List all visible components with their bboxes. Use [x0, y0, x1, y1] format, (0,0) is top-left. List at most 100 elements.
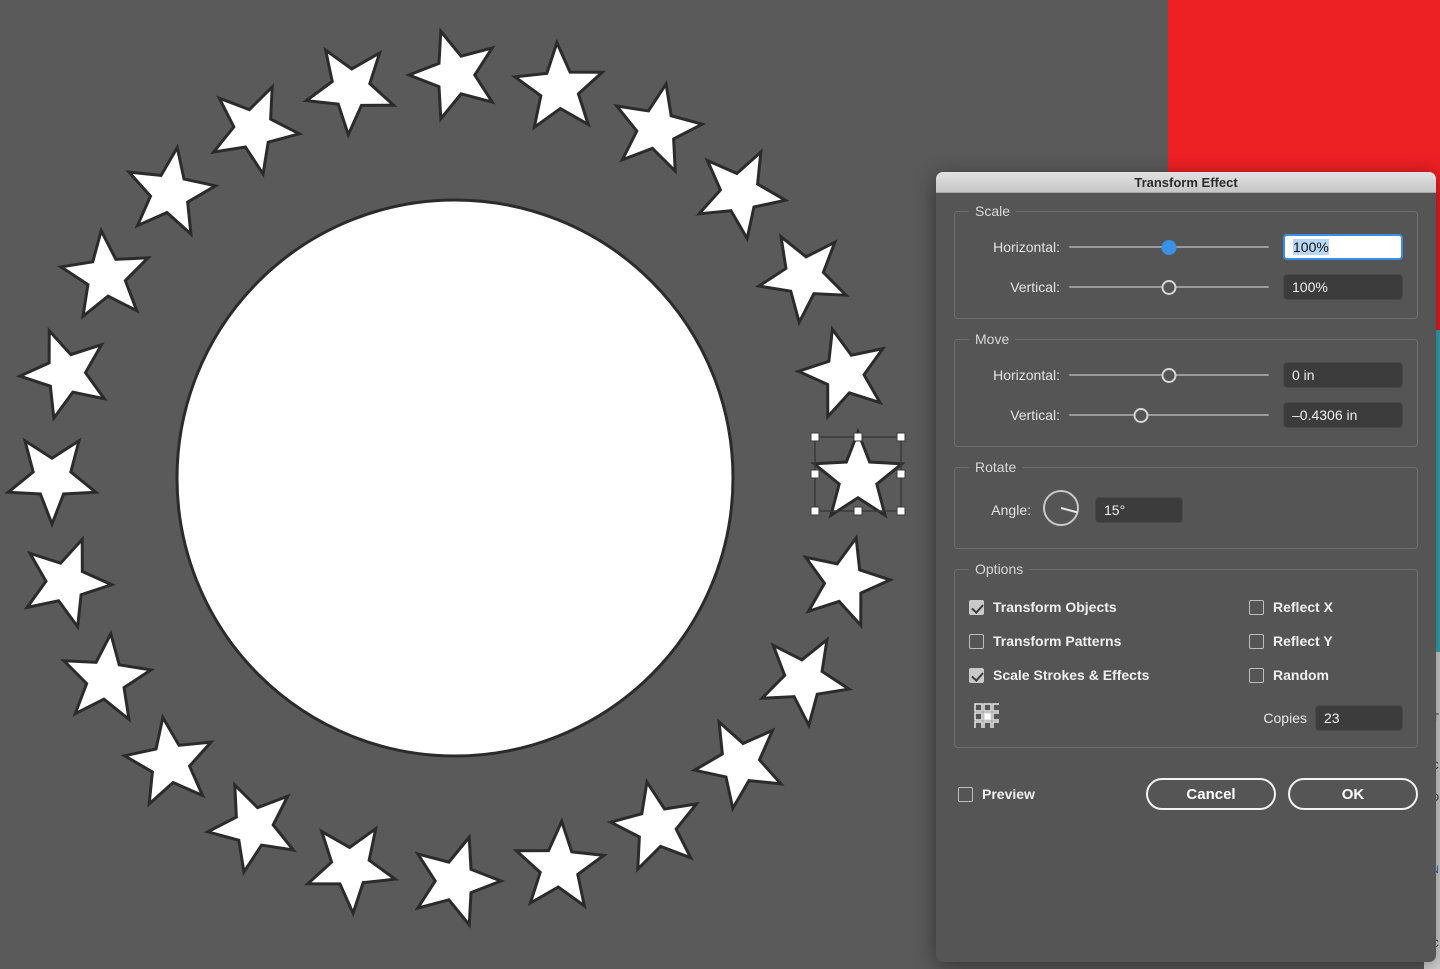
option-label: Reflect Y	[1273, 633, 1333, 649]
star-shape[interactable]	[302, 46, 398, 139]
options-right-column: Reflect X Reflect Y Random	[1249, 590, 1333, 692]
ok-button[interactable]: OK	[1288, 778, 1418, 810]
reference-point-grid-icon[interactable]	[973, 702, 1001, 733]
checkbox-icon[interactable]	[1249, 633, 1264, 649]
star-shape[interactable]	[794, 325, 887, 421]
slider-thumb[interactable]	[1161, 239, 1177, 255]
checkbox-icon[interactable]	[969, 667, 984, 683]
checkbox-icon[interactable]	[1249, 667, 1264, 683]
option-random[interactable]: Random	[1249, 658, 1333, 692]
angle-input[interactable]: 15°	[1095, 497, 1183, 523]
scale-horizontal-row: Horizontal: 100%	[969, 232, 1403, 262]
option-label: Transform Objects	[993, 599, 1117, 615]
slider-thumb[interactable]	[1161, 279, 1177, 295]
anchor-cell[interactable]	[974, 703, 983, 712]
checkbox-icon[interactable]	[969, 599, 984, 615]
scale-horizontal-slider[interactable]	[1069, 238, 1269, 256]
star-shape[interactable]	[15, 326, 108, 423]
anchor-cell-selected[interactable]	[983, 712, 992, 721]
move-vertical-input[interactable]: –0.4306 in	[1283, 402, 1403, 428]
scale-vertical-label: Vertical:	[1010, 279, 1060, 295]
star-shape[interactable]	[203, 781, 297, 877]
star-shape[interactable]	[606, 777, 700, 873]
star-shape[interactable]	[512, 817, 608, 910]
selection-handle[interactable]	[853, 506, 863, 516]
rotate-group: Rotate Angle: 15°	[954, 459, 1418, 549]
option-reflect-x[interactable]: Reflect X	[1249, 590, 1333, 624]
move-vertical-label: Vertical:	[1010, 407, 1060, 423]
dialog-footer: Preview Cancel OK	[936, 768, 1436, 810]
transform-effect-dialog[interactable]: Transform Effect Scale Horizontal: 100% …	[936, 172, 1436, 962]
checkbox-icon[interactable]	[1249, 599, 1264, 615]
preview-checkbox-row[interactable]: Preview	[958, 786, 1035, 802]
selection-handle[interactable]	[896, 506, 906, 516]
anchor-cell[interactable]	[983, 703, 992, 712]
option-label: Scale Strokes & Effects	[993, 667, 1150, 683]
move-horizontal-slider[interactable]	[1069, 366, 1269, 384]
star-shape[interactable]	[690, 718, 785, 813]
dialog-titlebar[interactable]: Transform Effect	[936, 172, 1436, 193]
star-shape[interactable]	[404, 27, 496, 123]
slider-track	[1069, 414, 1269, 416]
dialog-body: Scale Horizontal: 100% Vertical: 100% Mo…	[936, 193, 1436, 748]
angle-label: Angle:	[991, 502, 1031, 518]
options-group: Options Transform Objects Transform Patt…	[954, 561, 1418, 748]
move-group: Move Horizontal: 0 in Vertical: –0.4306 …	[954, 331, 1418, 447]
star-shape[interactable]	[754, 233, 850, 327]
option-transform-patterns[interactable]: Transform Patterns	[969, 624, 1249, 658]
option-label: Reflect X	[1273, 599, 1333, 615]
angle-dial-icon[interactable]	[1041, 488, 1081, 533]
star-shape[interactable]	[802, 533, 895, 630]
star-shape[interactable]	[695, 148, 790, 243]
star-shape[interactable]	[510, 38, 607, 131]
star-shape[interactable]	[303, 825, 400, 918]
star-shape[interactable]	[210, 83, 304, 179]
move-vertical-slider[interactable]	[1069, 406, 1269, 424]
option-scale-strokes-effects[interactable]: Scale Strokes & Effects	[969, 658, 1249, 692]
slider-thumb[interactable]	[1161, 367, 1177, 383]
checkbox-icon[interactable]	[969, 633, 984, 649]
checkbox-icon[interactable]	[958, 786, 973, 802]
scale-vertical-input[interactable]: 100%	[1283, 274, 1403, 300]
selection-handle[interactable]	[810, 506, 820, 516]
copies-input[interactable]: 23	[1315, 704, 1403, 731]
cancel-button[interactable]: Cancel	[1146, 778, 1276, 810]
copies-label: Copies	[1263, 709, 1307, 726]
scale-horizontal-input[interactable]: 100%	[1283, 234, 1403, 260]
star-shape[interactable]	[4, 437, 100, 529]
star-shape[interactable]	[60, 629, 156, 723]
star-shape[interactable]	[23, 535, 116, 631]
star-shape[interactable]	[125, 143, 220, 238]
selection-handle[interactable]	[853, 432, 863, 442]
options-left-column: Transform Objects Transform Patterns Sca…	[969, 590, 1249, 692]
preview-label: Preview	[982, 786, 1035, 802]
anchor-cell[interactable]	[992, 721, 1001, 730]
dialog-title: Transform Effect	[1134, 174, 1238, 190]
star-shape[interactable]	[56, 226, 152, 320]
selection-handle[interactable]	[896, 432, 906, 442]
anchor-cell[interactable]	[992, 703, 1001, 712]
move-horizontal-input[interactable]: 0 in	[1283, 362, 1403, 388]
scale-group: Scale Horizontal: 100% Vertical: 100%	[954, 203, 1418, 319]
star-shape[interactable]	[613, 79, 707, 175]
center-circle-shape[interactable]	[175, 198, 735, 758]
selection-handle[interactable]	[810, 432, 820, 442]
star-shape[interactable]	[758, 636, 854, 730]
move-horizontal-label: Horizontal:	[993, 367, 1060, 383]
anchor-cell[interactable]	[992, 712, 1001, 721]
anchor-cell[interactable]	[974, 712, 983, 721]
options-group-title: Options	[969, 561, 1030, 577]
anchor-cell[interactable]	[974, 721, 983, 730]
rotate-angle-row: Angle: 15°	[969, 488, 1403, 532]
star-shape[interactable]	[120, 713, 215, 808]
slider-thumb[interactable]	[1133, 407, 1149, 423]
star-shape[interactable]	[414, 833, 506, 929]
option-transform-objects[interactable]: Transform Objects	[969, 590, 1249, 624]
move-vertical-row: Vertical: –0.4306 in	[969, 400, 1403, 430]
option-reflect-y[interactable]: Reflect Y	[1249, 624, 1333, 658]
star-shape[interactable]	[810, 427, 906, 519]
anchor-cell[interactable]	[983, 721, 992, 730]
scale-vertical-slider[interactable]	[1069, 278, 1269, 296]
selection-handle[interactable]	[896, 469, 906, 479]
selection-handle[interactable]	[810, 469, 820, 479]
